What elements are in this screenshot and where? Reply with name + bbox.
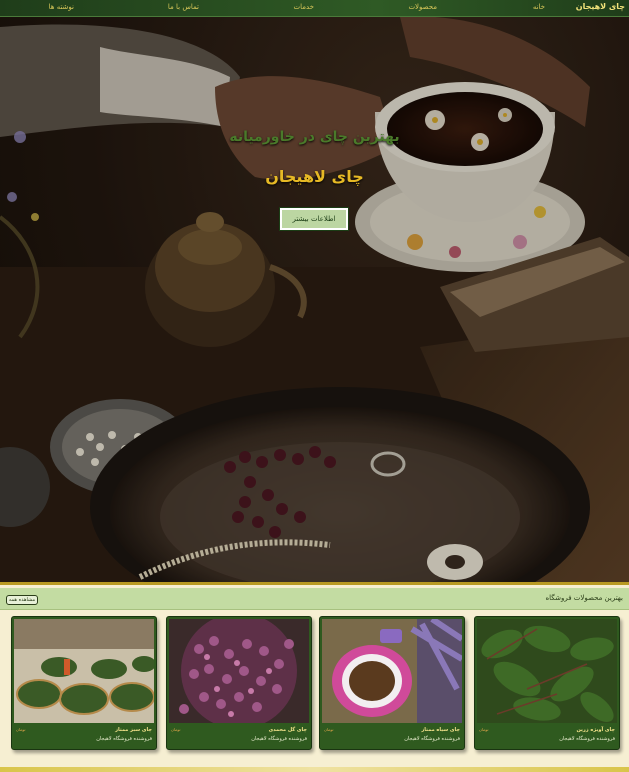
products-header: بهترین محصولات فروشگاه مشاهده همه — [0, 588, 629, 610]
hero-subtitle: بهترین چای در خاورمیانه — [229, 129, 400, 145]
product-price: تومان — [16, 727, 26, 732]
nav-item-home[interactable]: خانه — [533, 3, 545, 11]
product-card[interactable]: چای سبز ممتاز فروشنده فروشگاه لاهیجان تو… — [11, 616, 157, 750]
product-image-rose-buds[interactable] — [169, 619, 309, 723]
product-price: تومان — [324, 727, 334, 732]
nav-item-services[interactable]: خدمات — [294, 3, 314, 11]
product-image-tea-cup[interactable] — [322, 619, 462, 723]
product-card[interactable]: چای آویژه زرین فروشنده فروشگاه لاهیجان ت… — [474, 616, 620, 750]
top-nav: چای لاهیجان خانه محصولات خدمات تماس با م… — [0, 0, 629, 17]
more-info-button[interactable]: اطلاعات بیشتر — [279, 207, 349, 231]
product-price: تومان — [171, 727, 181, 732]
hero-title: چای لاهیجان — [265, 167, 364, 186]
product-seller: فروشنده فروشگاه لاهیجان — [559, 736, 615, 742]
nav-item-blog[interactable]: نوشته ها — [49, 3, 74, 11]
product-seller: فروشنده فروشگاه لاهیجان — [404, 736, 460, 742]
products-heading: بهترین محصولات فروشگاه — [545, 594, 623, 602]
product-price: تومان — [479, 727, 489, 732]
product-name: چای سبز ممتاز — [115, 727, 152, 733]
nav-item-contact[interactable]: تماس با ما — [168, 3, 199, 11]
nav-item-products[interactable]: محصولات — [408, 3, 437, 11]
product-name: چای گل محمدی — [268, 727, 307, 733]
hero-section: بهترین چای در خاورمیانه چای لاهیجان اطلا… — [0, 17, 629, 582]
products-section: بهترین محصولات فروشگاه مشاهده همه چای آو… — [0, 582, 629, 772]
hero-background-image — [0, 17, 629, 582]
product-card[interactable]: چای سیاه ممتاز فروشنده فروشگاه لاهیجان ت… — [319, 616, 465, 750]
product-name: چای آویژه زرین — [576, 727, 615, 733]
view-all-button[interactable]: مشاهده همه — [6, 595, 38, 605]
brand-logo[interactable]: چای لاهیجان — [576, 2, 625, 11]
footer-strip — [0, 767, 629, 772]
product-seller: فروشنده فروشگاه لاهیجان — [251, 736, 307, 742]
product-name: چای سیاه ممتاز — [421, 727, 460, 733]
product-image-tea-factory[interactable] — [14, 619, 154, 723]
product-image-tea-leaves[interactable] — [477, 619, 617, 723]
product-seller: فروشنده فروشگاه لاهیجان — [96, 736, 152, 742]
product-card[interactable]: چای گل محمدی فروشنده فروشگاه لاهیجان توم… — [166, 616, 312, 750]
